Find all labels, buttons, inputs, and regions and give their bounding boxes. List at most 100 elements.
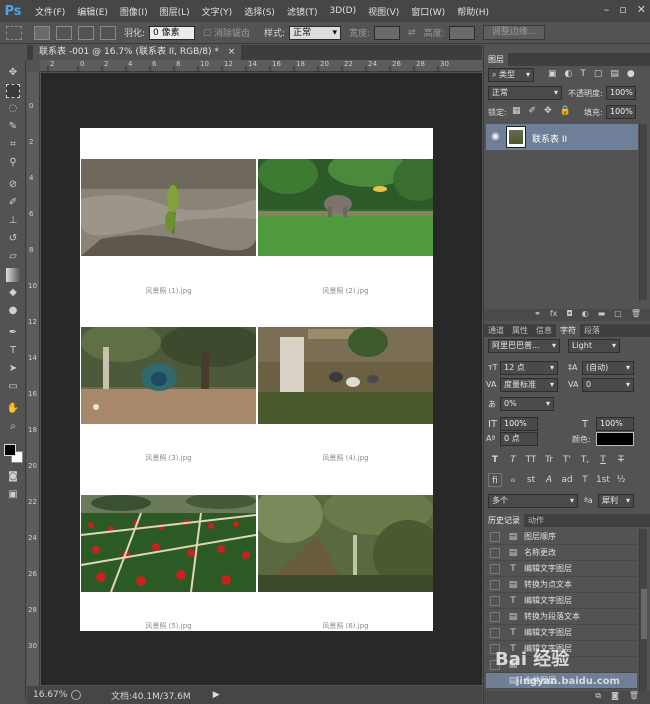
intersect-selection-icon[interactable] xyxy=(100,25,116,40)
history-item[interactable]: ▤ 转换为段落文本 xyxy=(486,609,637,625)
ordinals-button[interactable]: 1st xyxy=(596,473,610,487)
style-select[interactable]: 正常 ▾ xyxy=(289,25,342,40)
minimize-button[interactable]: – xyxy=(604,3,610,16)
close-tab-icon[interactable]: × xyxy=(228,47,236,57)
old-style-button[interactable]: ℴ xyxy=(506,473,520,487)
menu-3d[interactable]: 3D(D) xyxy=(329,6,356,16)
font-style-select[interactable]: Light ▾ xyxy=(568,339,620,353)
trash-icon[interactable]: 🗑 xyxy=(631,309,641,321)
path-selection-tool-icon[interactable]: ➤ xyxy=(6,362,20,376)
history-snapshot-checkbox[interactable] xyxy=(490,531,500,542)
crop-tool-icon[interactable]: ⌗ xyxy=(6,138,20,152)
gradient-tool-icon[interactable] xyxy=(6,268,20,282)
status-menu-arrow-icon[interactable]: ▶ xyxy=(213,690,220,700)
history-snapshot-checkbox[interactable] xyxy=(490,627,500,638)
faux-italic-button[interactable]: T xyxy=(506,453,520,467)
spot-healing-tool-icon[interactable]: ⊘ xyxy=(6,178,20,192)
brush-tool-icon[interactable]: ✐ xyxy=(6,196,20,210)
titling-button[interactable]: T xyxy=(578,473,592,487)
language-select[interactable]: 多个 ▾ xyxy=(488,494,578,508)
ligature-button[interactable]: fi xyxy=(488,473,502,487)
history-snapshot-checkbox[interactable] xyxy=(490,563,500,574)
type-filter-icon[interactable]: T xyxy=(580,69,586,79)
menu-edit[interactable]: 编辑(E) xyxy=(77,5,108,18)
lock-transparency-icon[interactable]: ▦ xyxy=(512,106,521,116)
discretionary-ligature-button[interactable]: st xyxy=(524,473,538,487)
tab-history[interactable]: 历史记录 xyxy=(484,514,524,527)
clone-stamp-tool-icon[interactable]: ⊥ xyxy=(6,214,20,228)
delete-state-icon[interactable]: 🗑 xyxy=(629,691,639,704)
horizontal-scale-input[interactable]: 100% xyxy=(596,417,634,431)
opacity-input[interactable]: 100% xyxy=(606,86,636,100)
font-family-select[interactable]: 阿里巴巴普... ▾ xyxy=(488,339,560,353)
pixel-filter-icon[interactable]: ▣ xyxy=(548,69,557,79)
tab-actions[interactable]: 动作 xyxy=(524,514,548,527)
history-item[interactable]: ▤ 转换为点文本 xyxy=(486,577,637,593)
history-item[interactable]: ▤ 名称更改 xyxy=(486,545,637,561)
blur-tool-icon[interactable]: ◆ xyxy=(6,286,20,300)
eye-icon[interactable]: ◉ xyxy=(491,131,500,142)
strikethrough-button[interactable]: T xyxy=(614,453,628,467)
width-input[interactable] xyxy=(374,25,401,40)
baseline-shift-input[interactable]: 0 点 xyxy=(500,432,538,446)
history-snapshot-checkbox[interactable] xyxy=(490,595,500,606)
stylistic-alternates-button[interactable]: ad xyxy=(560,473,574,487)
foreground-color-swatch[interactable] xyxy=(4,444,16,456)
menu-view[interactable]: 视图(V) xyxy=(368,5,399,18)
swap-icon[interactable]: ⇄ xyxy=(408,28,416,38)
marquee-tool-preset-icon[interactable] xyxy=(6,25,22,40)
menu-window[interactable]: 窗口(W) xyxy=(411,5,445,18)
close-button[interactable]: ✕ xyxy=(637,3,646,16)
layer-name[interactable]: 联系表 II xyxy=(532,132,567,145)
tab-info[interactable]: 信息 xyxy=(532,324,556,337)
layer-filter-select[interactable]: ⌕ 类型 ▾ xyxy=(488,68,534,82)
superscript-button[interactable]: T' xyxy=(560,453,574,467)
quick-selection-tool-icon[interactable]: ✎ xyxy=(6,120,20,134)
menu-type[interactable]: 文字(Y) xyxy=(202,5,233,18)
tsume-select[interactable]: 0% ▾ xyxy=(500,397,554,411)
tab-character[interactable]: 字符 xyxy=(556,324,580,337)
history-item[interactable]: ▤ 图层顺序 xyxy=(486,529,637,545)
type-tool-icon[interactable]: T xyxy=(6,344,20,358)
new-group-icon[interactable]: ▬ xyxy=(598,309,606,321)
tab-properties[interactable]: 属性 xyxy=(508,324,532,337)
font-size-select[interactable]: 12 点 ▾ xyxy=(500,361,558,375)
history-snapshot-checkbox[interactable] xyxy=(490,579,500,590)
lasso-tool-icon[interactable]: ◌ xyxy=(6,102,20,116)
quick-mask-icon[interactable]: ◙ xyxy=(6,470,20,484)
kerning-select[interactable]: 度量标准 ▾ xyxy=(500,378,558,392)
menu-filter[interactable]: 滤镜(T) xyxy=(287,5,318,18)
tracking-select[interactable]: 0 ▾ xyxy=(582,378,634,392)
history-item[interactable]: T 编辑文字图层 xyxy=(486,593,637,609)
shape-filter-icon[interactable]: ▢ xyxy=(594,69,603,79)
antialias-select[interactable]: 犀利 ▾ xyxy=(598,494,634,508)
eyedropper-tool-icon[interactable]: ⚲ xyxy=(6,156,20,170)
lock-position-icon[interactable]: ✥ xyxy=(544,106,552,116)
smart-object-filter-icon[interactable]: ▤ xyxy=(610,69,619,79)
fill-input[interactable]: 100% xyxy=(606,105,636,119)
lock-all-icon[interactable]: 🔒 xyxy=(560,106,571,116)
tab-paragraph[interactable]: 段落 xyxy=(580,324,604,337)
pen-tool-icon[interactable]: ✒ xyxy=(6,326,20,340)
swash-button[interactable]: A xyxy=(542,473,556,487)
antialias-checkbox[interactable]: ☐ 消除锯齿 xyxy=(203,26,250,39)
contact-sheet-document[interactable]: 风景照 (1).jpg 风景照 (2).jpg 风景照 (3).jpg 风景照 … xyxy=(80,128,433,631)
history-item[interactable]: T 编辑文字图层 xyxy=(486,561,637,577)
adjustment-filter-icon[interactable]: ◐ xyxy=(565,69,573,79)
leading-select[interactable]: (自动) ▾ xyxy=(582,361,634,375)
new-layer-icon[interactable]: ▢ xyxy=(614,309,622,321)
layer-row[interactable]: ◉ 联系表 II xyxy=(486,124,638,150)
new-document-from-state-icon[interactable]: ⧉ xyxy=(595,691,601,704)
new-selection-icon[interactable] xyxy=(34,25,50,40)
move-tool-icon[interactable]: ✥ xyxy=(6,66,20,80)
zoom-tool-icon[interactable]: ⌕ xyxy=(6,420,20,434)
fx-icon[interactable]: fx xyxy=(550,309,558,321)
add-mask-icon[interactable]: ◘ xyxy=(566,309,572,321)
vertical-scale-input[interactable]: 100% xyxy=(500,417,538,431)
all-caps-button[interactable]: TT xyxy=(524,453,538,467)
faux-bold-button[interactable]: T xyxy=(488,453,502,467)
adjustment-layer-icon[interactable]: ◐ xyxy=(582,309,589,321)
menu-layer[interactable]: 图层(L) xyxy=(160,5,190,18)
blend-mode-select[interactable]: 正常 ▾ xyxy=(488,86,562,100)
marquee-tool-icon[interactable] xyxy=(6,84,20,98)
